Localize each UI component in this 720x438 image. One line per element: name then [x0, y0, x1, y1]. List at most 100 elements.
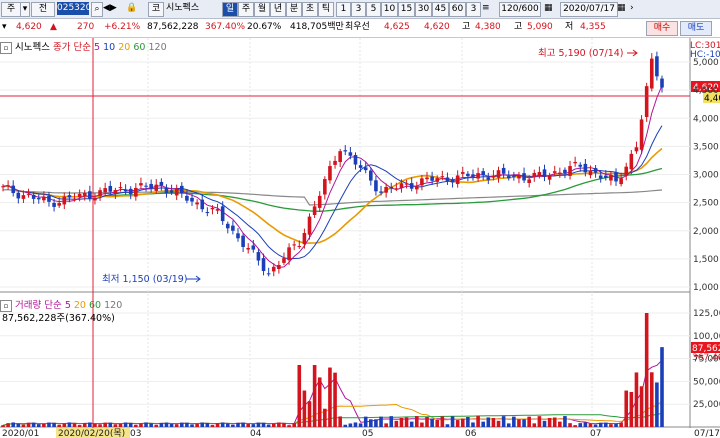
volume-bar [47, 422, 51, 427]
candle-body [11, 185, 16, 194]
candle-body [118, 187, 123, 189]
y-tick-label: 4,500 [693, 86, 719, 96]
candle-body [655, 56, 659, 77]
volume-value-text: 87,562,228주(367.40%) [2, 313, 115, 324]
minute-15-button[interactable]: 15 [398, 2, 415, 17]
market-type[interactable]: 코 [148, 2, 164, 17]
candle-body [103, 188, 107, 193]
settings-icon[interactable]: ≡ [482, 2, 492, 15]
chart-icon[interactable]: ▦ [544, 2, 558, 15]
volume-bar [302, 390, 307, 427]
nav-arrows-icon[interactable]: ◀▶ [103, 2, 117, 15]
volume-bar [82, 423, 87, 427]
candle-body [185, 195, 189, 201]
calendar-icon[interactable]: ▦ [617, 2, 627, 15]
volume-bar [323, 408, 327, 427]
best-bid: 4,620 [424, 22, 450, 32]
menu-icon[interactable]: ▫ [0, 41, 12, 54]
volume-bar [139, 423, 143, 427]
best-ask-label: 최우선 [345, 22, 370, 32]
volume-bar [215, 423, 220, 427]
view-count[interactable]: 120/600 [499, 2, 541, 17]
low-label: 저 [565, 22, 574, 32]
chevron-right-icon[interactable]: › [630, 2, 638, 15]
period-select[interactable]: 전 [31, 2, 55, 17]
volume-bar [614, 423, 618, 427]
minute-10-button[interactable]: 10 [381, 2, 398, 17]
period-minute-button[interactable]: 분 [286, 2, 302, 17]
candle-body [537, 172, 542, 176]
candle-body [369, 170, 373, 181]
candle-body [501, 167, 506, 174]
volume-bar [532, 423, 537, 427]
candle-body [241, 235, 245, 247]
volume-ma20-line [2, 401, 663, 426]
volume-bar [317, 377, 322, 427]
volume-bar [476, 416, 480, 427]
market-dropdown-icon[interactable]: ▾ [20, 2, 30, 17]
y-tick-label: 1,000 [693, 283, 719, 293]
candle-body [481, 171, 486, 176]
volume-bar [103, 422, 107, 427]
volume-bar [333, 372, 337, 427]
period-week-button[interactable]: 주 [238, 2, 254, 17]
candle-body [220, 206, 225, 222]
candle-body [98, 190, 102, 196]
volume-bar [440, 416, 445, 427]
volume-ma5-line [2, 359, 663, 426]
volume-bar [414, 416, 419, 427]
lc-label: LC:301 [690, 41, 720, 51]
stock-code-input[interactable]: 025320 [57, 2, 91, 15]
volume-ratio: 367.40% [205, 22, 246, 32]
candle-body [644, 86, 649, 118]
minute-60-button[interactable]: 60 [449, 2, 466, 17]
volume-bar [77, 425, 82, 427]
period-tick-button[interactable]: 틱 [318, 2, 334, 17]
candle-body [450, 179, 455, 183]
period-month-button[interactable]: 월 [254, 2, 270, 17]
market-select[interactable]: 주 [1, 2, 21, 17]
period-second-button[interactable]: 초 [302, 2, 318, 17]
period-year-button[interactable]: 년 [270, 2, 286, 17]
candle-body [573, 161, 577, 164]
min-arrow-icon [186, 275, 201, 283]
lock-icon[interactable]: 🔒 [126, 2, 146, 15]
period-day-button[interactable]: 일 [222, 2, 238, 17]
y-tick-label: 2,500 [693, 199, 719, 209]
volume-bar [588, 423, 593, 427]
volume-bar [568, 423, 572, 427]
price-volume-chart[interactable]: 최고 5,190 (07/14) 최저 1,150 (03/19) 4,620 … [0, 0, 720, 438]
volume-current-tag-text: 87,562 [692, 344, 720, 354]
minute-30-button[interactable]: 30 [415, 2, 432, 17]
candle-body [108, 185, 113, 192]
volume-bar [31, 422, 36, 427]
dropdown-icon[interactable]: ▾ [2, 21, 12, 34]
volume-bar [62, 423, 67, 427]
candle-body [460, 172, 465, 174]
candle-body [52, 202, 56, 207]
volume-bar [558, 421, 562, 427]
candle-body [1, 186, 5, 188]
legend-ma5: 5 [94, 42, 101, 53]
volume-tick-label: 25,000 [693, 400, 720, 410]
minute-5-button[interactable]: 5 [366, 2, 381, 17]
volume-bar [542, 420, 547, 427]
candle-body [16, 192, 21, 199]
minute-45-button[interactable]: 45 [432, 2, 449, 17]
y-tick-label: 2,000 [693, 227, 719, 237]
sell-button[interactable]: 매도 [680, 21, 712, 36]
search-icon[interactable]: ⌕ [91, 2, 103, 17]
volume-tick-label: 75,000 [693, 355, 720, 365]
date-input[interactable]: 2020/07/17 [560, 2, 618, 17]
buy-button[interactable]: 매수 [646, 21, 678, 36]
y-tick-label: 3,000 [693, 171, 719, 181]
minute-3b-button[interactable]: 3 [466, 2, 481, 17]
minute-3-button[interactable]: 3 [351, 2, 366, 17]
minute-1-button[interactable]: 1 [336, 2, 351, 17]
candle-body [123, 189, 128, 192]
volume-tick-label: 50,000 [693, 377, 720, 387]
candle-body [82, 193, 87, 196]
max-annotation: 최고 5,190 (07/14) [538, 48, 624, 59]
high-value: 5,090 [527, 22, 553, 32]
volume-bar [629, 391, 634, 427]
